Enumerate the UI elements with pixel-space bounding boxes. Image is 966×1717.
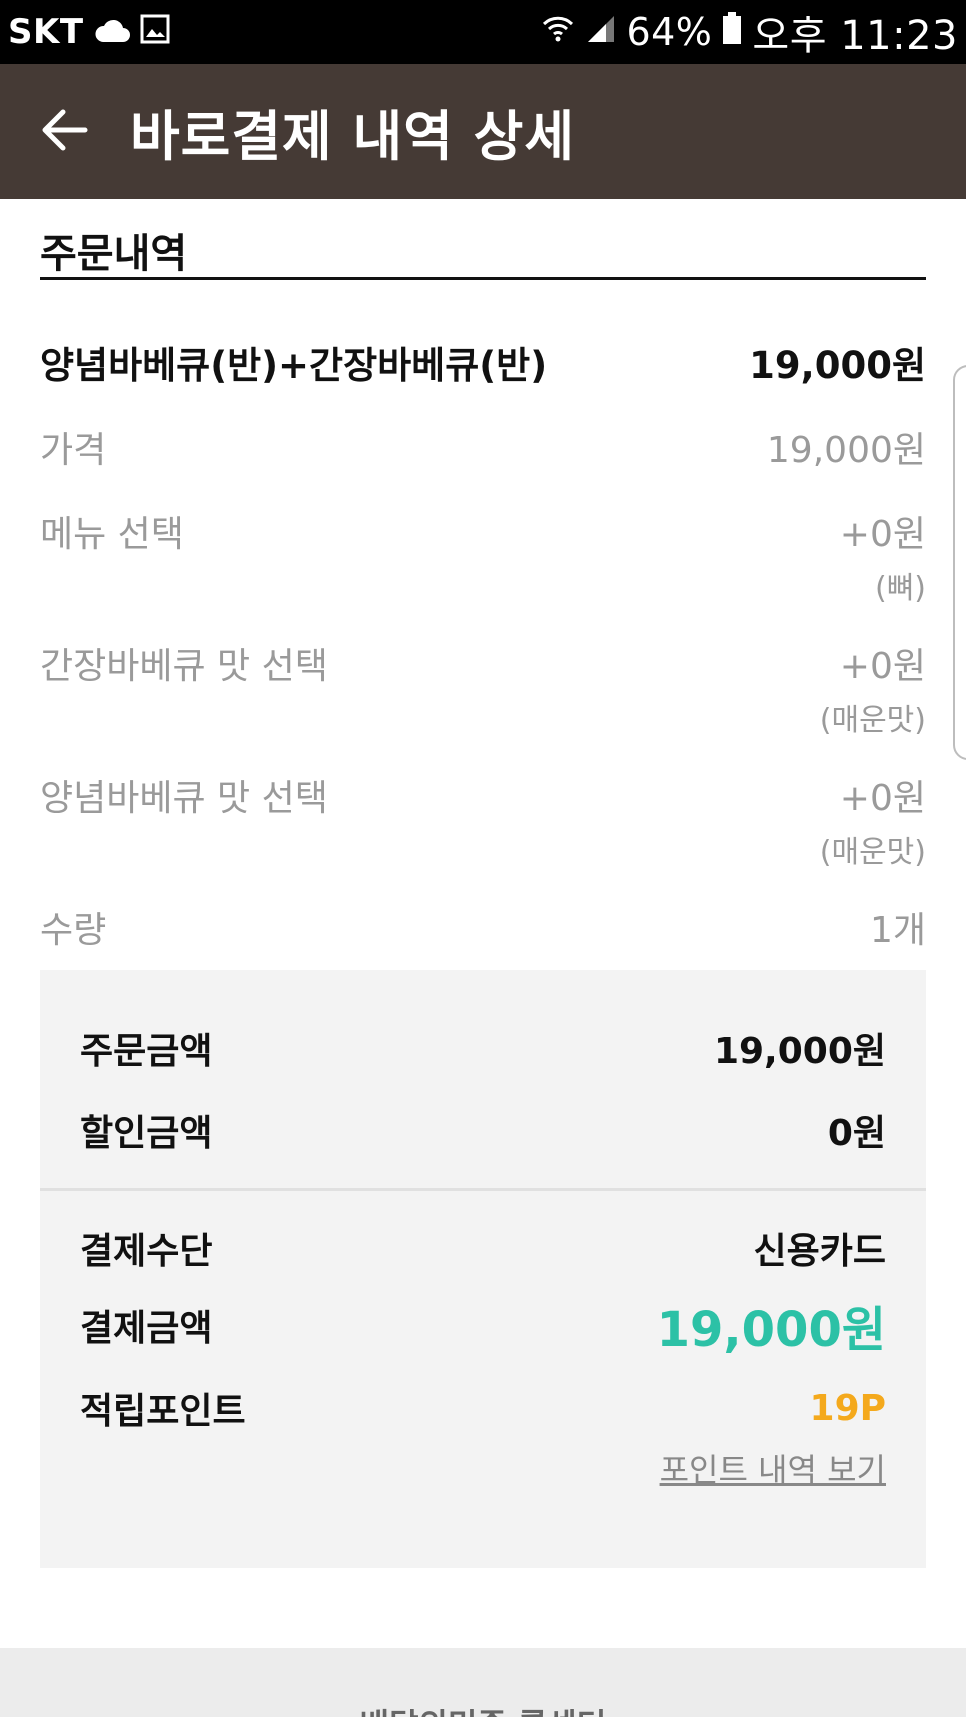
option-value: 19,000원 (766, 430, 926, 471)
discount-row: 할인금액 0원 (80, 1104, 886, 1156)
option-label: 양념바베큐 맛 선택 (40, 778, 328, 819)
order-item-row: 양념바베큐(반)+간장바베큐(반) 19,000원 (40, 335, 926, 389)
app-header: 바로결제 내역 상세 (0, 64, 966, 199)
payment-amount-row: 결제금액 19,000원 (80, 1290, 886, 1360)
payment-method-row: 결제수단 신용카드 (80, 1222, 886, 1274)
item-total: 19,000원 (749, 344, 926, 387)
order-amount-value: 19,000원 (713, 1031, 886, 1072)
status-bar-right: 64% 오후 11:23 (542, 3, 958, 61)
back-button[interactable] (0, 64, 130, 199)
option-row-price: 가격 19,000원 (40, 421, 926, 473)
option-label: 간장바베큐 맛 선택 (40, 646, 328, 687)
points-label: 적립포인트 (80, 1391, 246, 1432)
option-row-quantity: 수량 1개 (40, 901, 926, 953)
order-amount-row: 주문금액 19,000원 (80, 1022, 886, 1074)
discount-label: 할인금액 (80, 1113, 213, 1154)
battery-percentage: 64% (626, 10, 713, 54)
callcenter-link[interactable]: 배달의민족 콜센터 (0, 1700, 966, 1717)
option-value: 1개 (869, 910, 926, 951)
points-value: 19P (809, 1387, 886, 1429)
page-title: 바로결제 내역 상세 (130, 105, 576, 168)
signal-icon (584, 12, 616, 53)
order-amount-label: 주문금액 (80, 1031, 213, 1072)
order-details: 주문내역 양념바베큐(반)+간장바베큐(반) 19,000원 가격 19,000… (40, 199, 926, 953)
option-label: 가격 (40, 430, 107, 471)
payment-method-label: 결제수단 (80, 1231, 213, 1272)
item-name: 양념바베큐(반)+간장바베큐(반) (40, 344, 548, 387)
battery-icon (722, 11, 742, 54)
option-row-soy-flavor: 간장바베큐 맛 선택 +0원 (매운맛) (40, 637, 926, 739)
points-history-link[interactable]: 포인트 내역 보기 (660, 1445, 886, 1491)
carrier-name: SKT (8, 12, 84, 52)
scroll-indicator (953, 365, 966, 760)
footer: 배달의민족 콜센터 (0, 1648, 966, 1717)
option-row-yangnyeom-flavor: 양념바베큐 맛 선택 +0원 (매운맛) (40, 769, 926, 871)
arrow-left-icon (41, 108, 89, 156)
option-row-menu: 메뉴 선택 +0원 (뼈) (40, 505, 926, 607)
payment-amount-value: 19,000원 (656, 1302, 886, 1358)
image-icon (140, 12, 170, 53)
option-sub: (뼈) (874, 571, 926, 606)
option-label: 메뉴 선택 (40, 514, 184, 555)
payment-summary: 주문금액 19,000원 할인금액 0원 결제수단 신용카드 결제금액 19,0… (40, 970, 926, 1568)
option-sub: (매운맛) (819, 703, 926, 738)
payment-method-value: 신용카드 (753, 1231, 886, 1272)
option-label: 수량 (40, 910, 107, 951)
summary-divider (40, 1188, 926, 1191)
discount-value: 0원 (827, 1113, 886, 1154)
status-bar-left: SKT (8, 12, 170, 53)
payment-amount-label: 결제금액 (80, 1308, 213, 1349)
status-bar: SKT 64% 오후 11:23 (0, 0, 966, 64)
cloud-icon (94, 12, 130, 53)
option-value: +0원 (839, 646, 926, 687)
wifi-icon (542, 12, 574, 53)
option-value: +0원 (839, 514, 926, 555)
points-row: 적립포인트 19P (80, 1382, 886, 1434)
option-sub: (매운맛) (819, 835, 926, 870)
option-value: +0원 (839, 778, 926, 819)
section-title: 주문내역 (40, 231, 188, 277)
clock: 오후 11:23 (752, 13, 958, 59)
